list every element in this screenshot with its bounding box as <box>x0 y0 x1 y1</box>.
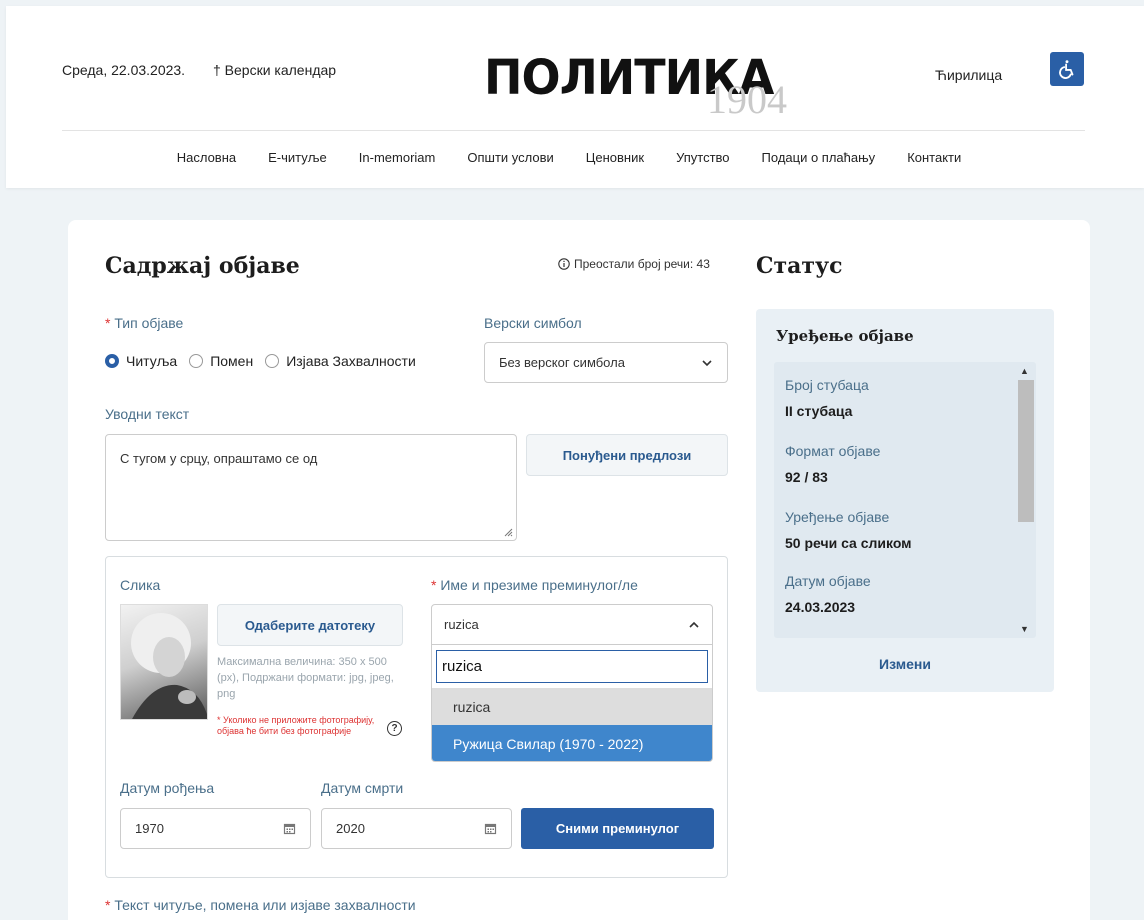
scroll-up-icon[interactable]: ▲ <box>1020 366 1029 376</box>
status-value: 24.03.2023 <box>785 599 856 615</box>
status-label: Формат објаве <box>785 443 881 459</box>
content-title: Садржај објаве <box>105 253 300 279</box>
accessibility-button[interactable] <box>1050 52 1084 86</box>
words-left-text: Преостали број речи: 43 <box>574 257 710 271</box>
image-label: Слика <box>120 577 161 593</box>
save-deceased-button[interactable]: Сними преминулог <box>521 808 714 849</box>
intro-text: С тугом у срцу, опраштамо се од <box>120 451 318 466</box>
nav-contacts[interactable]: Контакти <box>907 150 961 165</box>
radio-unchecked[interactable] <box>189 354 204 368</box>
nav-home[interactable]: Насловна <box>177 150 236 165</box>
logo-year: 1904 <box>707 77 787 122</box>
info-icon <box>558 258 570 270</box>
calendar-icon <box>484 823 497 835</box>
status-value: II стубаца <box>785 403 853 419</box>
suggestions-button[interactable]: Понуђени предлози <box>526 434 728 476</box>
type-radio-group: Читуља Помен Изјава Захвалности <box>105 353 428 369</box>
status-label: Уређење објаве <box>785 509 890 525</box>
symbol-value: Без верског симбола <box>499 355 625 370</box>
radio-obituary[interactable]: Читуља <box>105 353 177 369</box>
status-title: Статус <box>756 253 843 279</box>
status-scrollbar[interactable]: ▲ ▼ <box>1016 362 1036 638</box>
max-size-hint: Максимална величина: 350 x 500 (px), Под… <box>217 656 394 700</box>
status-label: Број стубаца <box>785 377 869 393</box>
nav-payment-info[interactable]: Подаци о плаћању <box>762 150 876 165</box>
chevron-down-icon <box>702 359 712 366</box>
birth-label: Датум рођења <box>120 780 215 796</box>
status-label: Датум објаве <box>785 573 871 589</box>
dropdown-search-input[interactable]: ruzica <box>436 650 708 683</box>
death-date-input[interactable]: 2020 <box>321 808 512 849</box>
wheelchair-icon <box>1059 60 1074 79</box>
resize-handle-icon[interactable] <box>503 527 513 537</box>
words-left-indicator: Преостали број речи: 43 <box>558 257 710 271</box>
type-label: * Тип објаве <box>105 315 184 331</box>
status-value: 92 / 83 <box>785 469 828 485</box>
birth-date-value: 1970 <box>135 821 164 836</box>
dropdown-option[interactable]: ruzica <box>432 688 712 725</box>
header-divider <box>62 130 1085 131</box>
nav-pricelist[interactable]: Ценовник <box>586 150 644 165</box>
deceased-name-select[interactable]: ruzica <box>431 604 713 645</box>
radio-memorial[interactable]: Помен <box>189 353 253 369</box>
symbol-label: Верски симбол <box>484 315 582 331</box>
help-icon[interactable]: ? <box>387 721 402 736</box>
religious-symbol-select[interactable]: Без верског симбола <box>484 342 728 383</box>
no-photo-warning: * Уколико не приложите фотографију, обја… <box>217 715 375 736</box>
scrollbar-thumb[interactable] <box>1018 380 1034 522</box>
birth-date-input[interactable]: 1970 <box>120 808 311 849</box>
death-label: Датум смрти <box>321 780 404 796</box>
language-switch[interactable]: Ћирилица <box>935 67 1002 83</box>
nav-terms[interactable]: Општи услови <box>467 150 553 165</box>
scroll-down-icon[interactable]: ▼ <box>1020 624 1029 634</box>
choose-file-button[interactable]: Одаберите датотеку <box>217 604 403 646</box>
change-link[interactable]: Измени <box>756 656 1054 672</box>
nav-instructions[interactable]: Упутство <box>676 150 729 165</box>
death-date-value: 2020 <box>336 821 365 836</box>
radio-checked[interactable] <box>105 354 119 368</box>
intro-label: Уводни текст <box>105 406 190 422</box>
status-panel-title: Уређење објаве <box>776 327 914 345</box>
radio-unchecked[interactable] <box>265 354 280 368</box>
name-label: * Име и презиме преминулог/ле <box>431 577 638 593</box>
main-nav: Насловна Е-читуље In-memoriam Општи усло… <box>0 150 1138 165</box>
status-value: 50 речи са сликом <box>785 535 912 551</box>
chevron-up-icon <box>689 621 699 628</box>
nav-e-obituaries[interactable]: Е-читуље <box>268 150 327 165</box>
intro-textarea[interactable]: С тугом у срцу, опраштамо се од <box>105 434 517 541</box>
name-value: ruzica <box>444 617 479 632</box>
text-label: * Текст читуље, помена или изјаве захвал… <box>105 897 416 913</box>
name-dropdown: ruzica ruzica Ружица Свилар (1970 - 2022… <box>431 645 713 762</box>
nav-in-memoriam[interactable]: In-memoriam <box>359 150 436 165</box>
calendar-icon <box>283 823 296 835</box>
religious-calendar-link[interactable]: † Верски календар <box>213 62 336 78</box>
deceased-photo <box>120 604 208 720</box>
radio-gratitude[interactable]: Изјава Захвалности <box>265 353 416 369</box>
dropdown-option-highlighted[interactable]: Ружица Свилар (1970 - 2022) <box>432 725 712 761</box>
current-date: Среда, 22.03.2023. <box>62 62 186 78</box>
